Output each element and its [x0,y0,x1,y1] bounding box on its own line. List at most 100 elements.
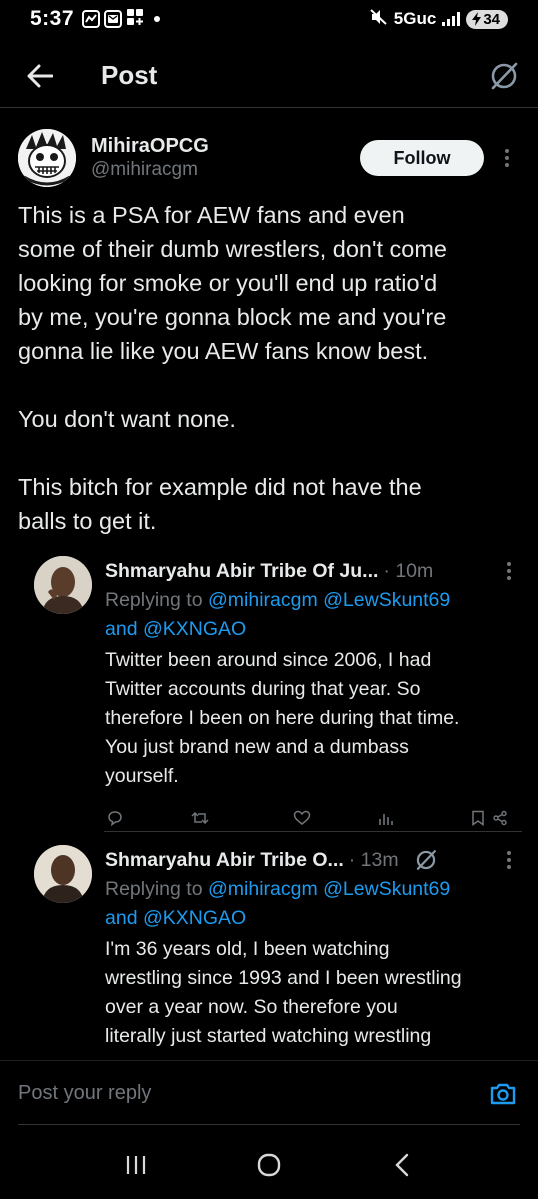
like-button[interactable] [292,810,312,826]
grok-button[interactable] [486,58,522,94]
replying-prefix: Replying to [105,589,203,611]
chevron-left-icon [394,1153,408,1176]
replying-to: Replying to @mihiracgm @LewSkunt69 and @… [105,875,519,933]
reply-text-line: You just brand new and a dumbass [105,736,409,758]
share-icon [493,810,507,826]
repost-icon [191,811,209,825]
mention-join: and [105,907,138,929]
home-icon [257,1153,281,1176]
recent-apps-button[interactable] [111,1140,161,1190]
post-author-row: MihiraOPCG @mihiracgm Follow [18,126,522,190]
reply-actions [105,805,519,831]
recent-apps-icon [127,1155,146,1174]
reply-timestamp: · 10m [383,559,434,582]
post-text-line: gonna lie like you AEW fans know best. [18,338,429,364]
reply-timestamp: · 13m [348,848,399,871]
reply-text: I'm 36 years old, I been watching wrestl… [105,935,519,1060]
status-bar: 5:37 5Guc 34 [0,0,538,38]
reply-author-name[interactable]: Shmaryahu Abir Tribe O... [105,849,344,872]
battery-level: 34 [483,10,500,28]
apps-icon [126,8,144,31]
home-button[interactable] [244,1140,294,1190]
reply-body: Shmaryahu Abir Tribe Of Ju... · 10m Repl… [105,556,519,831]
post-text-line: some of their dumb wrestlers, don't come [18,236,447,262]
arrow-left-icon [27,64,53,87]
replying-to: Replying to @mihiracgm @LewSkunt69 and @… [105,586,519,644]
system-back-button[interactable] [377,1140,427,1190]
bookmark-button[interactable] [468,810,488,826]
reply-composer [0,1060,538,1126]
author-info[interactable]: MihiraOPCG @mihiracgm [91,134,209,182]
repost-button[interactable] [190,810,210,826]
grok-icon [491,62,518,89]
message-icon [104,10,123,28]
post-text-line: balls to get it. [18,508,157,534]
mention-link[interactable]: @mihiracgm @LewSkunt69 [208,878,450,900]
reply-author-name[interactable]: Shmaryahu Abir Tribe Of Ju... [105,560,378,583]
mention-join: and [105,618,138,640]
post-text-line: You don't want none. [18,406,236,432]
back-button[interactable] [15,51,65,101]
comment-icon [108,811,122,826]
embedded-reply[interactable]: Shmaryahu Abir Tribe Of Ju... · 10m Repl… [34,556,522,826]
embedded-reply[interactable]: Shmaryahu Abir Tribe O... · 13m Replying… [34,845,522,1060]
signal-icon [442,12,461,26]
system-nav-bar [0,1130,538,1199]
reply-text-line: literally just started watching wrestlin… [105,1025,432,1047]
reply-more-button[interactable] [499,561,519,581]
mute-icon [370,9,388,29]
notification-icons [82,8,161,31]
post-text: This is a PSA for AEW fans and even some… [18,198,524,538]
reply-text-line: over a year now. So therefore you [105,996,398,1018]
follow-button[interactable]: Follow [360,140,484,176]
composer-divider [18,1124,520,1125]
more-vertical-icon [507,851,511,869]
reply-body: Shmaryahu Abir Tribe O... · 13m Replying… [105,845,519,1060]
views-icon [379,814,393,825]
status-right: 5Guc 34 [370,9,508,29]
post-text-line: looking for smoke or you'll end up ratio… [18,270,438,296]
more-vertical-icon [507,562,511,580]
reply-divider [104,831,522,832]
page-title: Post [101,60,158,90]
reply-text: Twitter been around since 2006, I had Tw… [105,646,519,791]
bookmark-icon [472,810,484,826]
reply-header: Shmaryahu Abir Tribe O... · 13m [105,845,519,875]
grok-icon [416,850,436,870]
reply-text-line: yourself. [105,765,179,787]
notification-app-icon [82,10,101,28]
reply-text-line: Twitter been around since 2006, I had [105,649,432,671]
app-header: Post [0,44,538,108]
mention-link[interactable]: @mihiracgm @LewSkunt69 [208,589,450,611]
reply-text-line: now [105,1051,519,1060]
author-handle[interactable]: @mihiracgm [91,158,209,182]
author-name[interactable]: MihiraOPCG [91,134,209,158]
reply-text-line: wrestling since 1993 and I been wrestlin… [105,967,462,989]
reply-header: Shmaryahu Abir Tribe Of Ju... · 10m [105,556,519,586]
mention-link[interactable]: @KXNGAO [143,907,246,929]
status-time: 5:37 [30,7,75,30]
avatar[interactable] [34,556,92,614]
share-button[interactable] [490,810,510,826]
mention-link[interactable]: @KXNGAO [143,618,246,640]
more-notifications-dot [154,16,161,22]
reply-more-button[interactable] [499,850,519,870]
reply-text-line: Twitter accounts during that year. So [105,678,421,700]
camera-button[interactable] [488,1079,518,1109]
more-vertical-icon [505,149,509,167]
replying-prefix: Replying to [105,878,203,900]
post-text-line: This is a PSA for AEW fans and even [18,202,405,228]
reply-input[interactable] [18,1082,438,1105]
views-button[interactable] [376,810,396,826]
battery-indicator: 34 [466,9,508,29]
grok-button[interactable] [415,849,437,871]
reply-text-line: therefore I been on here during that tim… [105,707,460,729]
post-more-button[interactable] [492,140,522,176]
reply-text-line: I'm 36 years old, I been watching [105,938,390,960]
comment-button[interactable] [105,810,125,826]
avatar[interactable] [34,845,92,903]
avatar[interactable] [18,129,76,187]
network-label: 5Guc [393,9,437,28]
